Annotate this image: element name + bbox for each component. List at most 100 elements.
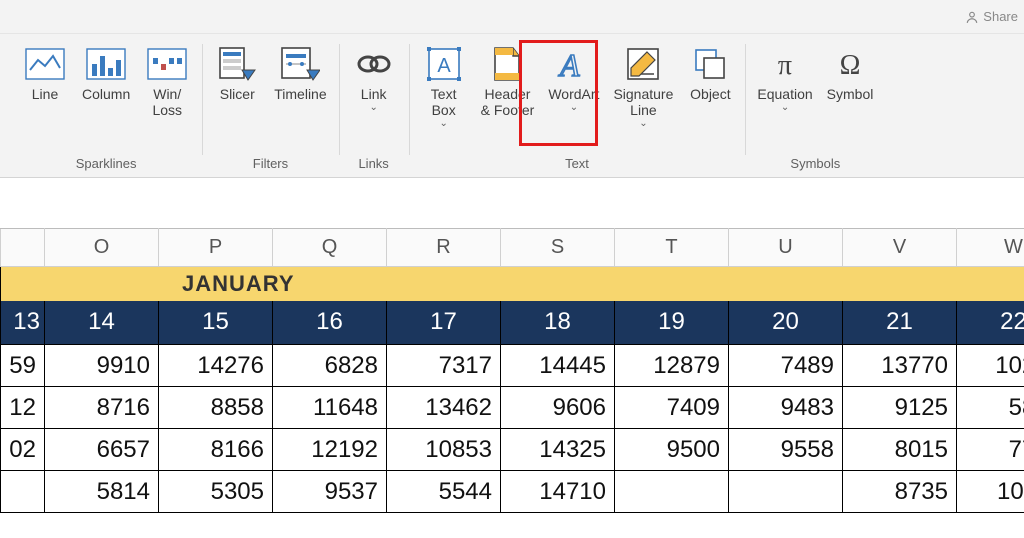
sparkline-winloss-button-label: Win/ Loss <box>152 86 182 118</box>
sparkline-winloss-button[interactable]: Win/ Loss <box>140 40 194 140</box>
data-cell[interactable]: 8015 <box>843 429 957 471</box>
data-cell[interactable]: 6828 <box>273 345 387 387</box>
data-cell[interactable] <box>1 471 45 513</box>
day-header-cell[interactable]: 19 <box>615 301 729 345</box>
group-label: Symbols <box>790 156 840 177</box>
column-header[interactable]: U <box>729 229 843 267</box>
column-header[interactable]: W <box>957 229 1024 267</box>
data-cell[interactable]: 5897 <box>957 387 1024 429</box>
user-icon <box>965 10 979 24</box>
timeline-button-label: Timeline <box>274 86 326 102</box>
sparkline-column-icon <box>86 44 126 84</box>
data-cell[interactable]: 10011 <box>957 471 1024 513</box>
day-header-cell[interactable]: 17 <box>387 301 501 345</box>
header-footer-button[interactable]: Header & Footer <box>477 40 539 140</box>
data-cell[interactable]: 02 <box>1 429 45 471</box>
sparkline-line-button[interactable]: Line <box>18 40 72 140</box>
timeline-button[interactable]: Timeline <box>270 40 330 140</box>
table-row[interactable]: 5999101427668287317144451287974891377010… <box>1 345 1024 387</box>
data-cell[interactable]: 14445 <box>501 345 615 387</box>
data-cell[interactable]: 9558 <box>729 429 843 471</box>
ribbon-group-symbols: Equation⌄Symbol Symbols <box>745 40 885 177</box>
column-header[interactable]: V <box>843 229 957 267</box>
day-header-cell[interactable]: 22 <box>957 301 1024 345</box>
sparkline-column-button[interactable]: Column <box>78 40 134 140</box>
column-header[interactable]: S <box>501 229 615 267</box>
column-header[interactable]: O <box>45 229 159 267</box>
sparkline-line-icon <box>25 44 65 84</box>
slicer-icon <box>217 44 257 84</box>
data-cell[interactable]: 9125 <box>843 387 957 429</box>
day-header-cell[interactable]: 18 <box>501 301 615 345</box>
table-row[interactable]: 581453059537554414710 873510011 <box>1 471 1024 513</box>
symbol-button[interactable]: Symbol <box>823 40 878 140</box>
data-cell[interactable]: 9483 <box>729 387 843 429</box>
header-footer-button-label: Header & Footer <box>481 86 535 118</box>
data-cell[interactable]: 5544 <box>387 471 501 513</box>
group-label: Filters <box>253 156 288 177</box>
object-button[interactable]: Object <box>683 40 737 140</box>
text-box-icon <box>424 44 464 84</box>
data-cell[interactable]: 8716 <box>45 387 159 429</box>
symbol-icon <box>830 44 870 84</box>
column-header-row[interactable]: OPQRSTUVW <box>1 229 1024 267</box>
data-cell[interactable]: 7489 <box>729 345 843 387</box>
data-cell[interactable] <box>729 471 843 513</box>
data-cell[interactable] <box>615 471 729 513</box>
data-cell[interactable]: 13462 <box>387 387 501 429</box>
data-cell[interactable]: 7409 <box>615 387 729 429</box>
wordart-button[interactable]: WordArt⌄ <box>544 40 603 140</box>
column-header[interactable]: P <box>159 229 273 267</box>
data-cell[interactable]: 9910 <box>45 345 159 387</box>
data-cell[interactable]: 7317 <box>387 345 501 387</box>
column-header[interactable]: R <box>387 229 501 267</box>
group-label: Text <box>565 156 589 177</box>
data-cell[interactable]: 11648 <box>273 387 387 429</box>
data-cell[interactable]: 13770 <box>843 345 957 387</box>
data-cell[interactable]: 8166 <box>159 429 273 471</box>
data-cell[interactable]: 6657 <box>45 429 159 471</box>
data-cell[interactable]: 9537 <box>273 471 387 513</box>
day-header-cell[interactable]: 20 <box>729 301 843 345</box>
day-header-cell[interactable]: 15 <box>159 301 273 345</box>
data-cell[interactable]: 5305 <box>159 471 273 513</box>
slicer-button[interactable]: Slicer <box>210 40 264 140</box>
data-cell[interactable]: 14710 <box>501 471 615 513</box>
link-button[interactable]: Link⌄ <box>347 40 401 140</box>
month-band-cell[interactable]: JANUARY <box>1 267 1024 301</box>
data-cell[interactable]: 12 <box>1 387 45 429</box>
signature-line-icon <box>623 44 663 84</box>
column-header[interactable]: T <box>615 229 729 267</box>
ribbon-group-filters: Slicer Timeline Filters <box>202 40 338 177</box>
equation-button[interactable]: Equation⌄ <box>753 40 816 140</box>
text-box-button[interactable]: Text Box⌄ <box>417 40 471 140</box>
day-header-cell[interactable]: 14 <box>45 301 159 345</box>
data-cell[interactable]: 7729 <box>957 429 1024 471</box>
sparkline-winloss-icon <box>147 44 187 84</box>
data-cell[interactable]: 12192 <box>273 429 387 471</box>
share-button[interactable]: Share <box>983 9 1018 24</box>
worksheet[interactable]: OPQRSTUVWJANUARY131415161718192021225999… <box>0 178 1024 513</box>
link-icon <box>354 44 394 84</box>
data-cell[interactable]: 8858 <box>159 387 273 429</box>
data-cell[interactable]: 59 <box>1 345 45 387</box>
data-cell[interactable]: 9500 <box>615 429 729 471</box>
table-row[interactable]: 0266578166121921085314325950095588015772… <box>1 429 1024 471</box>
day-header-cell[interactable]: 21 <box>843 301 957 345</box>
data-cell[interactable]: 10853 <box>387 429 501 471</box>
data-cell[interactable]: 5814 <box>45 471 159 513</box>
day-header-cell[interactable]: 13 <box>1 301 45 345</box>
table-row[interactable]: 1287168858116481346296067409948391255897 <box>1 387 1024 429</box>
data-cell[interactable]: 14276 <box>159 345 273 387</box>
ribbon-group-text: Text Box⌄ Header & Footer WordArt⌄Signatur… <box>409 40 746 177</box>
data-cell[interactable]: 9606 <box>501 387 615 429</box>
day-header-row[interactable]: 13141516171819202122 <box>1 301 1024 345</box>
data-cell[interactable]: 8735 <box>843 471 957 513</box>
column-header[interactable]: Q <box>273 229 387 267</box>
signature-line-button[interactable]: Signature Line⌄ <box>609 40 677 140</box>
day-header-cell[interactable]: 16 <box>273 301 387 345</box>
data-cell[interactable]: 12879 <box>615 345 729 387</box>
column-header[interactable] <box>1 229 45 267</box>
data-cell[interactable]: 14325 <box>501 429 615 471</box>
data-cell[interactable]: 10227 <box>957 345 1024 387</box>
